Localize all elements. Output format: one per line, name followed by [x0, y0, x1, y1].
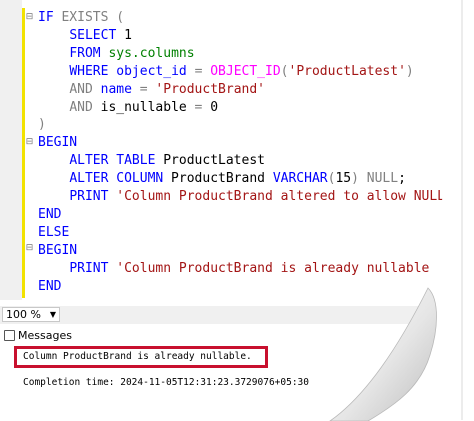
code-line: )	[38, 116, 470, 134]
code-line: PRINT 'Column ProductBrand altered to al…	[69, 189, 471, 205]
code-token: )	[351, 171, 359, 187]
code-token: PRINT	[69, 189, 109, 205]
code-token: object_id	[116, 63, 187, 79]
text-caret	[469, 189, 471, 205]
code-line: WHERE object_id = OBJECT_ID('ProductLate…	[38, 63, 470, 81]
editor-gutter	[0, 0, 22, 300]
code-line: BEGIN	[38, 242, 470, 260]
code-token: ALTER TABLE	[69, 153, 156, 169]
code-line: AND is_nullable = 0	[69, 99, 219, 115]
code-token: VARCHAR	[272, 171, 328, 187]
code-token: BEGIN	[38, 242, 78, 258]
tab-messages[interactable]: Messages	[0, 328, 72, 342]
code-token: EXISTS (	[61, 10, 125, 25]
code-token: PRINT	[69, 260, 109, 276]
code-line: ALTER COLUMN ProductBrand VARCHAR(15) NU…	[69, 171, 406, 187]
code-token: END	[38, 206, 62, 222]
code-token: )	[405, 63, 414, 79]
collapse-icon-if[interactable]: ⊟	[24, 11, 35, 23]
code-token: AND	[69, 81, 93, 97]
code-token: (	[280, 63, 289, 79]
code-token: 'ProductLatest'	[288, 63, 406, 79]
code-token: END	[38, 278, 62, 294]
query-editor[interactable]: ⊟ ⊟ ⊟ IF EXISTS ( SELECT 1 FROM sys.colu…	[0, 0, 474, 300]
collapse-icon-begin-else[interactable]: ⊟	[24, 242, 35, 254]
code-token: WHERE	[69, 63, 109, 79]
chevron-down-icon[interactable]: ▼	[50, 310, 56, 319]
code-line: FROM sys.columns	[38, 45, 470, 63]
message-output-line: Column ProductBrand is already nullable.	[23, 351, 252, 362]
code-token: BEGIN	[38, 135, 78, 151]
code-line: SELECT 1	[69, 27, 132, 43]
code-token: 'ProductBrand'	[155, 81, 265, 97]
code-token: sys.columns	[108, 45, 195, 61]
code-line: PRINT 'Column ProductBrand is already nu…	[69, 260, 453, 276]
code-token: ELSE	[38, 224, 70, 240]
zoom-select[interactable]: 100 % ▼	[2, 307, 60, 322]
zoom-bar: 100 % ▼	[0, 306, 474, 324]
code-line: IF EXISTS (	[38, 9, 470, 27]
code-line: ALTER TABLE ProductLatest	[69, 153, 265, 169]
code-token: (	[327, 171, 336, 187]
change-tracking-bar	[22, 8, 25, 298]
code-line: ELSE	[38, 224, 470, 242]
code-token: =	[194, 63, 203, 79]
code-token: IF	[38, 10, 54, 25]
code-token: SELECT	[69, 27, 117, 43]
code-line: END	[38, 278, 470, 296]
collapse-icon-begin[interactable]: ⊟	[24, 136, 35, 148]
code-token: OBJECT_ID	[210, 63, 281, 79]
code-token: 'Column ProductBrand altered to allow NU…	[116, 189, 461, 205]
tab-messages-label: Messages	[18, 328, 72, 342]
code-token: NULL	[366, 171, 399, 187]
code-token: =	[194, 99, 203, 115]
code-line: END	[38, 206, 470, 224]
code-token: AND	[69, 99, 93, 115]
code-token: name	[100, 81, 132, 97]
code-token: )	[38, 117, 46, 133]
code-token: FROM	[69, 45, 101, 61]
code-token: =	[139, 81, 148, 97]
completion-time-line: Completion time: 2024-11-05T12:31:23.372…	[23, 377, 309, 388]
code-line: AND name = 'ProductBrand'	[38, 81, 470, 99]
code-token: ALTER COLUMN	[69, 171, 164, 187]
code-area[interactable]: IF EXISTS ( SELECT 1 FROM sys.columns WH…	[38, 9, 471, 296]
code-line: BEGIN	[38, 134, 470, 152]
messages-icon	[4, 329, 15, 341]
code-token: 'Column ProductBrand is already nullable…	[116, 260, 446, 276]
zoom-value: 100 %	[6, 308, 41, 321]
